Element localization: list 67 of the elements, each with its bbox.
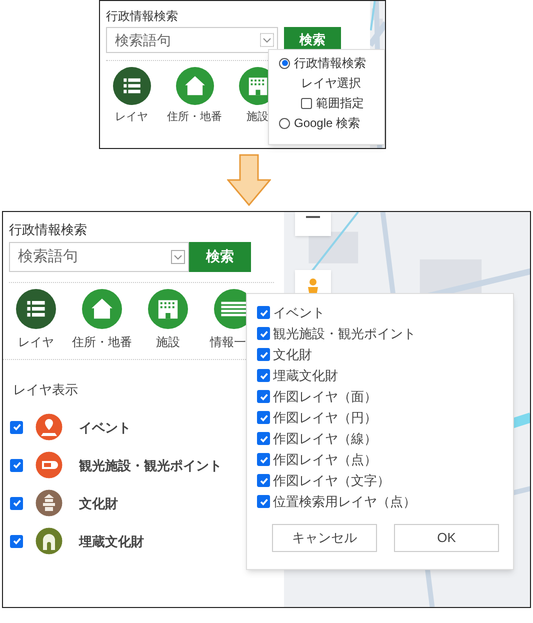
menu-label: レイヤ選択 bbox=[300, 75, 362, 92]
layer-label: イベント bbox=[79, 418, 132, 436]
cancel-button[interactable]: キャンセル bbox=[272, 524, 377, 552]
layer-option-label: 作図レイヤ（面） bbox=[273, 388, 377, 406]
tool-button[interactable] bbox=[148, 288, 188, 328]
house-icon bbox=[92, 298, 112, 318]
checkbox[interactable] bbox=[257, 327, 270, 340]
checkbox[interactable] bbox=[257, 474, 270, 487]
layer-option-label: 位置検索用レイヤ（点） bbox=[273, 492, 416, 511]
pagoda-icon bbox=[35, 489, 63, 517]
search-field[interactable]: 検索語句 bbox=[106, 27, 278, 53]
checkbox[interactable] bbox=[257, 390, 270, 403]
radio-button[interactable] bbox=[279, 118, 290, 128]
checkbox[interactable] bbox=[10, 458, 23, 472]
checkbox[interactable] bbox=[257, 348, 270, 361]
section-title: レイヤ表示 bbox=[13, 380, 78, 398]
layer-option-label: 観光施設・観光ポイント bbox=[273, 324, 416, 343]
checkbox[interactable] bbox=[257, 432, 270, 445]
search-button[interactable]: 検索 bbox=[189, 242, 251, 272]
tool-label: レイヤ bbox=[115, 110, 148, 125]
layer-option-label: 文化財 bbox=[273, 346, 312, 364]
checkbox[interactable] bbox=[257, 453, 270, 466]
checkbox[interactable] bbox=[257, 369, 270, 382]
panel-title: 行政情報検索 bbox=[9, 221, 88, 239]
checkbox[interactable] bbox=[257, 411, 270, 424]
panel-title: 行政情報検索 bbox=[106, 8, 179, 25]
layer-option-label: 作図レイヤ（文字） bbox=[273, 472, 390, 490]
search-field[interactable]: 検索語句 bbox=[9, 242, 189, 272]
tool-label: レイヤ bbox=[18, 334, 54, 350]
radio-button[interactable] bbox=[279, 58, 290, 68]
checkbox[interactable] bbox=[10, 420, 23, 434]
tool-label: 情報一 bbox=[210, 334, 246, 350]
ok-button[interactable]: OK bbox=[394, 524, 499, 552]
checkbox[interactable] bbox=[10, 496, 23, 510]
tool-label: 住所・地番 bbox=[167, 110, 222, 125]
list-icon bbox=[123, 78, 140, 94]
checkbox[interactable] bbox=[301, 98, 312, 108]
tool-button[interactable] bbox=[176, 67, 214, 105]
ticket-icon bbox=[35, 451, 63, 479]
checkbox[interactable] bbox=[257, 495, 270, 508]
list-icon bbox=[27, 300, 45, 316]
radio-label: Google 検索 bbox=[294, 115, 360, 132]
checkbox[interactable] bbox=[10, 534, 23, 548]
tool-button[interactable] bbox=[16, 288, 56, 328]
tool-button[interactable] bbox=[112, 67, 150, 105]
layer-option-label: 作図レイヤ（円） bbox=[273, 408, 377, 427]
checkbox[interactable] bbox=[257, 306, 270, 319]
radio-label: 行政情報検索 bbox=[294, 55, 366, 72]
layer-option-label: 作図レイヤ（線） bbox=[273, 430, 377, 448]
down-arrow-icon bbox=[227, 154, 271, 206]
layer-label: 観光施設・観光ポイント bbox=[79, 456, 223, 474]
tool-label: 施設 bbox=[246, 110, 268, 125]
zoom-out-button[interactable] bbox=[295, 212, 331, 236]
checkbox-label: 範囲指定 bbox=[316, 95, 364, 112]
map-pin-icon bbox=[35, 413, 63, 441]
layer-option-label: イベント bbox=[273, 304, 325, 322]
layer-label: 文化財 bbox=[79, 494, 119, 512]
chevron-down-icon[interactable] bbox=[171, 250, 185, 264]
chevron-down-icon[interactable] bbox=[260, 33, 274, 47]
layer-label: 埋蔵文化財 bbox=[79, 532, 145, 550]
layer-option-label: 作図レイヤ（点） bbox=[273, 450, 377, 469]
tool-label: 住所・地番 bbox=[72, 334, 132, 350]
tunnel-icon bbox=[35, 527, 63, 555]
layer-option-label: 埋蔵文化財 bbox=[273, 366, 338, 385]
tool-label: 施設 bbox=[156, 334, 180, 350]
house-icon bbox=[184, 76, 204, 96]
tool-button[interactable] bbox=[82, 288, 122, 328]
